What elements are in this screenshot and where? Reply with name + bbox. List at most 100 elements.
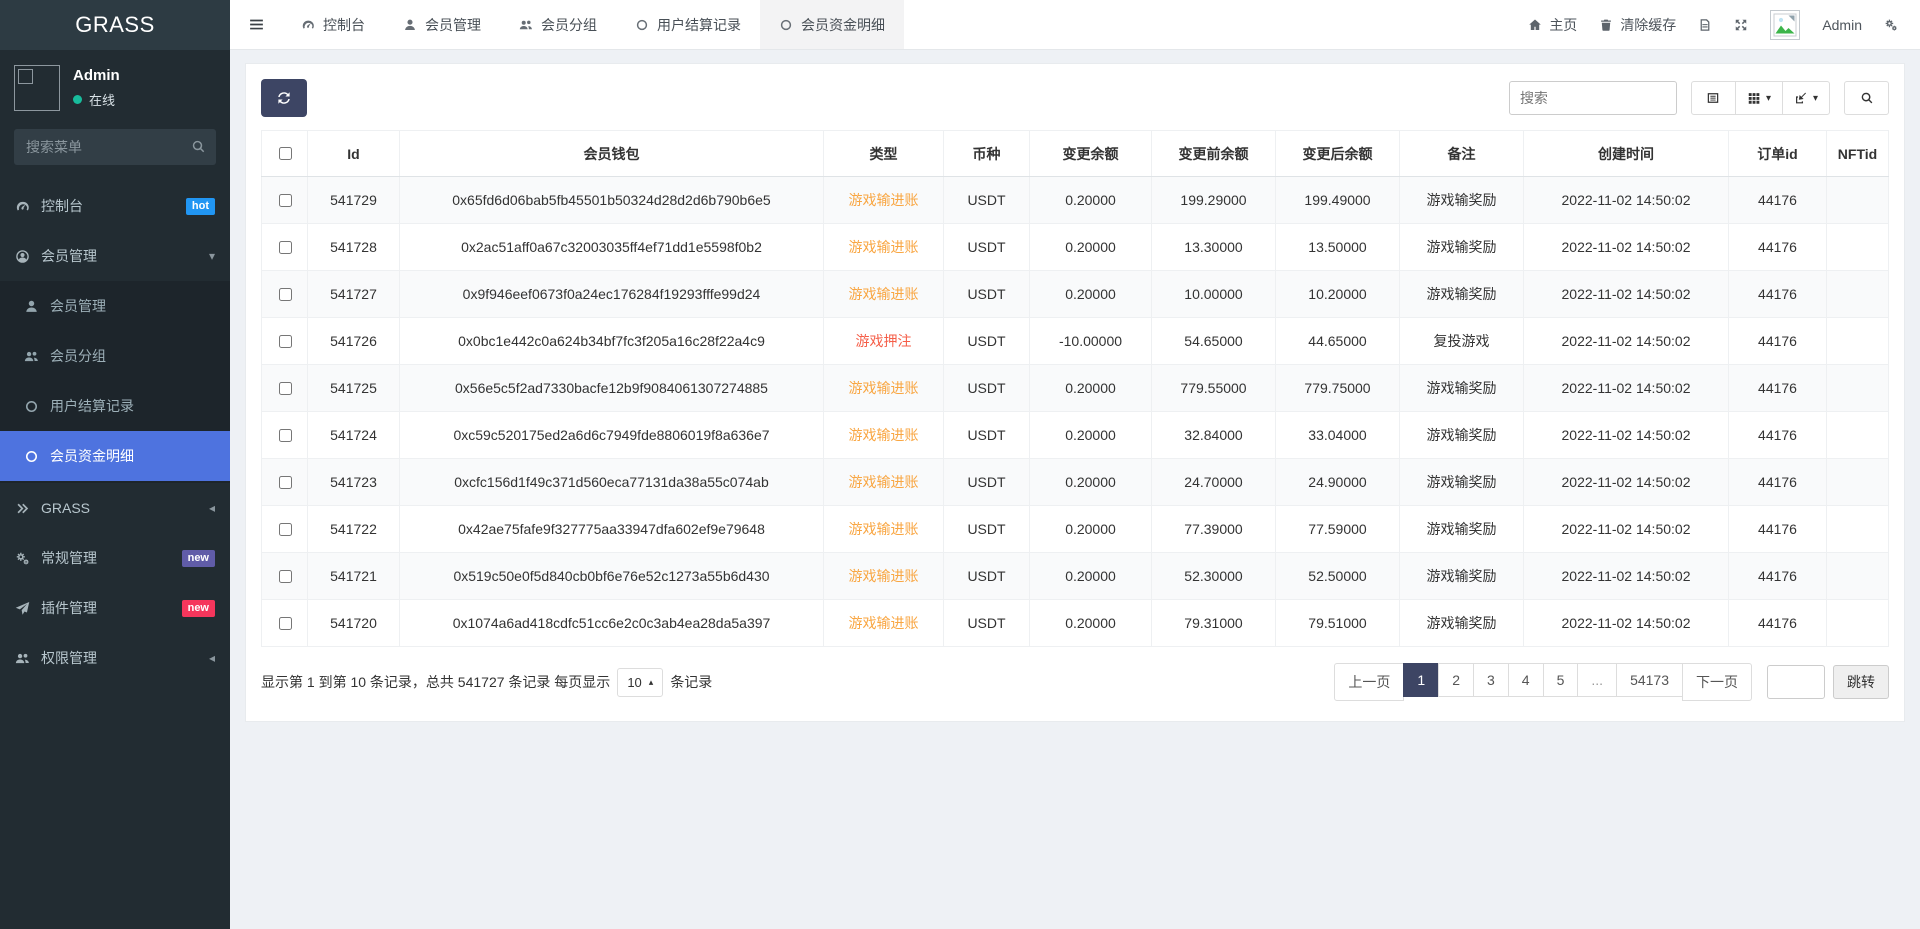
log-button[interactable] bbox=[1698, 18, 1712, 32]
row-checkbox[interactable] bbox=[279, 288, 292, 301]
page-button[interactable]: 4 bbox=[1508, 663, 1544, 697]
sidebar-item-grass[interactable]: GRASS ◂ bbox=[0, 483, 230, 533]
tab-member-management[interactable]: 会员管理 bbox=[384, 0, 500, 49]
tab-dashboard[interactable]: 控制台 bbox=[282, 0, 384, 49]
table-search-input[interactable] bbox=[1509, 81, 1677, 115]
column-header-type[interactable]: 类型 bbox=[824, 131, 944, 177]
cell-change: 0.20000 bbox=[1030, 600, 1152, 647]
column-header-created[interactable]: 创建时间 bbox=[1524, 131, 1729, 177]
table-row: 541725 0x56e5c5f2ad7330bacfe12b9f9084061… bbox=[262, 365, 1889, 412]
column-header-change[interactable]: 变更余额 bbox=[1030, 131, 1152, 177]
column-header-remark[interactable]: 备注 bbox=[1400, 131, 1524, 177]
search-icon bbox=[1860, 91, 1874, 105]
clear-cache-link[interactable]: 清除缓存 bbox=[1599, 15, 1676, 35]
table-row: 541729 0x65fd6d06bab5fb45501b50324d28d2d… bbox=[262, 177, 1889, 224]
row-checkbox[interactable] bbox=[279, 241, 292, 254]
cell-nft-id bbox=[1827, 506, 1889, 553]
sidebar-subitem-member-management[interactable]: 会员管理 bbox=[0, 281, 230, 331]
page-button[interactable]: 2 bbox=[1438, 663, 1474, 697]
columns-button[interactable]: ▾ bbox=[1735, 81, 1783, 115]
refresh-button[interactable] bbox=[261, 79, 307, 117]
cell-currency: USDT bbox=[944, 318, 1030, 365]
brand-logo[interactable]: GRASS bbox=[0, 0, 230, 50]
page-button[interactable]: 3 bbox=[1473, 663, 1509, 697]
advanced-search-button[interactable] bbox=[1844, 81, 1889, 115]
page-button[interactable]: 54173 bbox=[1616, 663, 1683, 697]
column-header-id[interactable]: Id bbox=[308, 131, 400, 177]
page-button[interactable]: ... bbox=[1577, 663, 1617, 697]
row-checkbox[interactable] bbox=[279, 523, 292, 536]
caret-down-icon: ▾ bbox=[1813, 93, 1818, 104]
sidebar-subitem-member-groups[interactable]: 会员分组 bbox=[0, 331, 230, 381]
column-header-order-id[interactable]: 订单id bbox=[1729, 131, 1827, 177]
sidebar-toggle-button[interactable] bbox=[230, 0, 282, 49]
broken-image-icon bbox=[1773, 13, 1797, 37]
topbar-tabs: 控制台 会员管理 会员分组 用户结算记录 会员资金明细 bbox=[282, 0, 904, 49]
row-checkbox[interactable] bbox=[279, 382, 292, 395]
tab-member-fund-details[interactable]: 会员资金明细 bbox=[760, 0, 904, 49]
cell-nft-id bbox=[1827, 412, 1889, 459]
row-checkbox[interactable] bbox=[279, 194, 292, 207]
cell-id: 541724 bbox=[308, 412, 400, 459]
cell-wallet: 0x2ac51aff0a67c32003035ff4ef71dd1e5598f0… bbox=[400, 224, 824, 271]
angles-right-icon bbox=[15, 501, 30, 516]
cell-order-id: 44176 bbox=[1729, 224, 1827, 271]
sidebar-item-plugin-management[interactable]: 插件管理 new bbox=[0, 583, 230, 633]
cell-remark: 复投游戏 bbox=[1400, 318, 1524, 365]
column-header-currency[interactable]: 币种 bbox=[944, 131, 1030, 177]
row-checkbox[interactable] bbox=[279, 429, 292, 442]
select-all-checkbox[interactable] bbox=[279, 147, 292, 160]
pagination-summary-prefix: 显示第 1 到第 10 条记录，总共 541727 条记录 每页显示 bbox=[261, 672, 610, 692]
gears-icon bbox=[1884, 18, 1898, 32]
tab-member-groups[interactable]: 会员分组 bbox=[500, 0, 616, 49]
cell-id: 541725 bbox=[308, 365, 400, 412]
user-status-label: 在线 bbox=[89, 90, 115, 109]
page-button[interactable]: 上一页 bbox=[1334, 663, 1404, 701]
detail-view-button[interactable] bbox=[1691, 81, 1736, 115]
export-button[interactable]: ▾ bbox=[1782, 81, 1830, 115]
page-size-dropdown[interactable]: 10 ▴ bbox=[617, 668, 663, 697]
sidebar-item-dashboard[interactable]: 控制台 hot bbox=[0, 181, 230, 231]
row-checkbox[interactable] bbox=[279, 335, 292, 348]
page-button[interactable]: 下一页 bbox=[1682, 663, 1752, 701]
settings-button[interactable] bbox=[1884, 18, 1898, 32]
cell-order-id: 44176 bbox=[1729, 553, 1827, 600]
users-icon bbox=[15, 651, 30, 666]
row-checkbox[interactable] bbox=[279, 570, 292, 583]
cell-wallet: 0xc59c520175ed2a6d6c7949fde8806019f8a636… bbox=[400, 412, 824, 459]
table-row: 541721 0x519c50e0f5d840cb0bf6e76e52c1273… bbox=[262, 553, 1889, 600]
column-header-wallet[interactable]: 会员钱包 bbox=[400, 131, 824, 177]
cell-before: 52.30000 bbox=[1152, 553, 1276, 600]
gauge-icon bbox=[301, 18, 315, 32]
fullscreen-button[interactable] bbox=[1734, 18, 1748, 32]
column-header-before[interactable]: 变更前余额 bbox=[1152, 131, 1276, 177]
column-header-after[interactable]: 变更后余额 bbox=[1276, 131, 1400, 177]
refresh-icon bbox=[276, 90, 292, 106]
sidebar-item-member-management[interactable]: 会员管理 ▾ bbox=[0, 231, 230, 281]
row-checkbox[interactable] bbox=[279, 476, 292, 489]
cell-order-id: 44176 bbox=[1729, 412, 1827, 459]
home-link[interactable]: 主页 bbox=[1528, 15, 1577, 35]
sidebar-search-input[interactable] bbox=[14, 129, 216, 165]
pagination-pages: 上一页 1 2 3 4 5 ... 54173 下一页 bbox=[1334, 663, 1752, 701]
sidebar-item-general-management[interactable]: 常规管理 new bbox=[0, 533, 230, 583]
cell-before: 24.70000 bbox=[1152, 459, 1276, 506]
column-header-nft-id[interactable]: NFTid bbox=[1827, 131, 1889, 177]
cell-remark: 游戏输奖励 bbox=[1400, 459, 1524, 506]
cell-remark: 游戏输奖励 bbox=[1400, 412, 1524, 459]
tab-settlement-records[interactable]: 用户结算记录 bbox=[616, 0, 760, 49]
page-item: 上一页 bbox=[1334, 663, 1404, 701]
sidebar-item-permission-management[interactable]: 权限管理 ◂ bbox=[0, 633, 230, 683]
cell-nft-id bbox=[1827, 318, 1889, 365]
page-button[interactable]: 5 bbox=[1543, 663, 1579, 697]
sidebar-subitem-settlement-records[interactable]: 用户结算记录 bbox=[0, 381, 230, 431]
page-button[interactable]: 1 bbox=[1403, 663, 1439, 697]
row-checkbox[interactable] bbox=[279, 617, 292, 630]
sidebar-subitem-member-fund-details[interactable]: 会员资金明细 bbox=[0, 431, 230, 481]
cell-after: 779.75000 bbox=[1276, 365, 1400, 412]
page-jump-input[interactable] bbox=[1767, 665, 1825, 699]
topbar-avatar[interactable] bbox=[1770, 10, 1800, 40]
topbar-username[interactable]: Admin bbox=[1822, 17, 1862, 33]
page-item: 2 bbox=[1439, 663, 1474, 701]
page-jump-button[interactable]: 跳转 bbox=[1833, 665, 1889, 699]
